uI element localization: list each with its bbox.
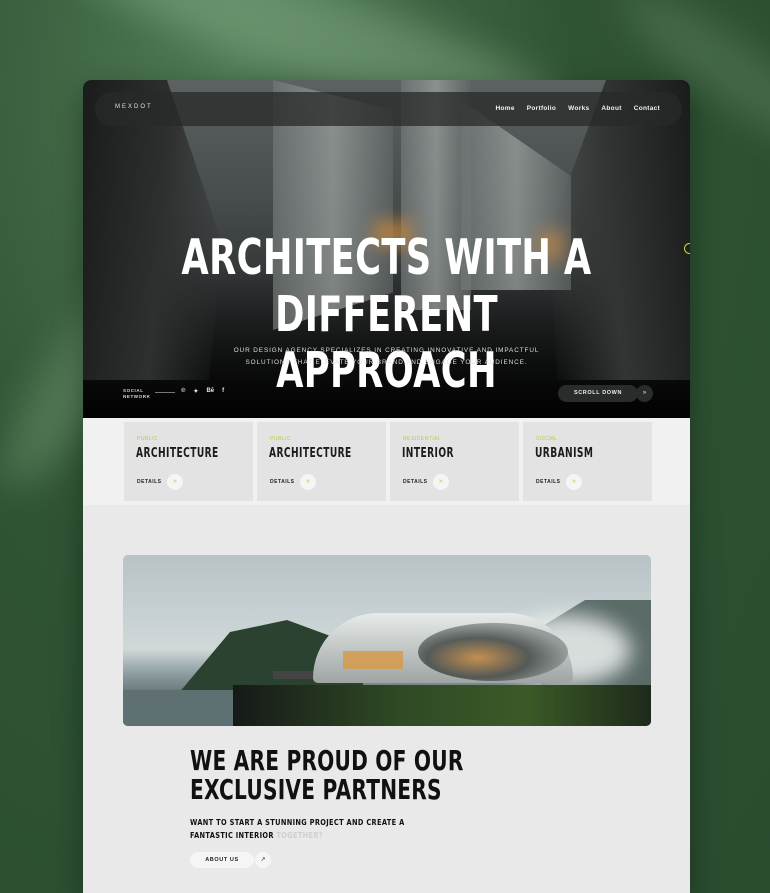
service-card[interactable]: SOCIAL URBANISM DETAILS »: [523, 422, 652, 501]
arrow-up-right-icon[interactable]: ↗: [255, 852, 271, 868]
cta-line2-faded: TOGETHER?: [276, 829, 324, 840]
top-navigation: MEXDOT Home Portfolio Works About Contac…: [95, 92, 682, 126]
hero-headline-line1: ARCHITECTS WITH A: [181, 229, 592, 286]
details-link[interactable]: DETAILS: [536, 479, 561, 485]
arrow-icon[interactable]: »: [167, 474, 183, 490]
nav-link-about[interactable]: About: [601, 105, 621, 112]
nav-link-works[interactable]: Works: [568, 105, 589, 112]
hero-section: MEXDOT Home Portfolio Works About Contac…: [83, 80, 690, 418]
details-link[interactable]: DETAILS: [137, 479, 162, 485]
nav-links: Home Portfolio Works About Contact: [495, 105, 660, 112]
image-ground: [233, 685, 651, 726]
facebook-icon[interactable]: f: [222, 388, 224, 395]
service-title: INTERIOR: [402, 446, 454, 461]
scroll-down-arrow-icon[interactable]: »: [636, 385, 653, 402]
details-link[interactable]: DETAILS: [270, 479, 295, 485]
service-title: ARCHITECTURE: [269, 446, 352, 461]
hero-subtitle-line1: OUR DESIGN AGENCY SPECIALIZES IN CREATIN…: [233, 347, 540, 354]
arrow-icon[interactable]: »: [300, 474, 316, 490]
nav-link-contact[interactable]: Contact: [634, 105, 660, 112]
service-title: URBANISM: [535, 446, 594, 461]
twitter-icon[interactable]: ✦: [193, 388, 198, 395]
scroll-down-button[interactable]: SCROLL DOWN: [558, 385, 638, 402]
service-category: SOCIAL: [536, 436, 558, 442]
partners-cta-text: WANT TO START A STUNNING PROJECT AND CRE…: [190, 816, 405, 841]
website-mockup: MEXDOT Home Portfolio Works About Contac…: [83, 80, 690, 893]
featured-architecture-image: [123, 555, 651, 726]
divider: [155, 392, 175, 393]
cta-line2-text: FANTASTIC INTERIOR: [190, 829, 274, 840]
nav-link-portfolio[interactable]: Portfolio: [527, 105, 556, 112]
image-window: [343, 651, 403, 669]
social-icons: ℗ ✦ Bē f: [181, 388, 224, 395]
service-category: RESIDENTIAL: [403, 436, 442, 442]
partners-heading-line2: EXCLUSIVE PARTNERS: [190, 773, 442, 806]
pinterest-icon[interactable]: ℗: [181, 388, 185, 395]
arrow-icon[interactable]: »: [566, 474, 582, 490]
social-label-line2: NETWORK: [123, 394, 151, 399]
nav-link-home[interactable]: Home: [495, 105, 514, 112]
cta-line2: FANTASTIC INTERIOR TOGETHER?: [190, 829, 405, 842]
about-us-button[interactable]: ABOUT US: [190, 852, 254, 868]
partners-heading-line1: WE ARE PROUD OF OUR: [190, 744, 464, 777]
services-section: PUBLIC ARCHITECTURE DETAILS » PUBLIC ARC…: [83, 418, 690, 505]
service-card[interactable]: RESIDENTIAL INTERIOR DETAILS »: [390, 422, 519, 501]
social-network-label: SOCIAL NETWORK: [123, 388, 150, 400]
hero-subtitle: OUR DESIGN AGENCY SPECIALIZES IN CREATIN…: [213, 345, 560, 369]
partners-heading: WE ARE PROUD OF OUR EXCLUSIVE PARTNERS: [190, 746, 464, 804]
service-card[interactable]: PUBLIC ARCHITECTURE DETAILS »: [124, 422, 253, 501]
arrow-icon[interactable]: »: [433, 474, 449, 490]
service-category: PUBLIC: [270, 436, 292, 442]
details-link[interactable]: DETAILS: [403, 479, 428, 485]
service-title: ARCHITECTURE: [136, 446, 219, 461]
slider-indicator[interactable]: [684, 243, 690, 254]
brand-logo[interactable]: MEXDOT: [115, 104, 153, 110]
service-category: PUBLIC: [137, 436, 159, 442]
cta-line1: WANT TO START A STUNNING PROJECT AND CRE…: [190, 817, 405, 827]
service-card[interactable]: PUBLIC ARCHITECTURE DETAILS »: [257, 422, 386, 501]
hero-subtitle-line2: SOLUTIONS THAT ELEVATE YOUR BRAND AND EN…: [245, 359, 528, 366]
hero-headline-line2: DIFFERENT APPROACH: [275, 286, 498, 399]
behance-icon[interactable]: Bē: [206, 388, 214, 395]
image-dome-glass: [418, 623, 568, 681]
